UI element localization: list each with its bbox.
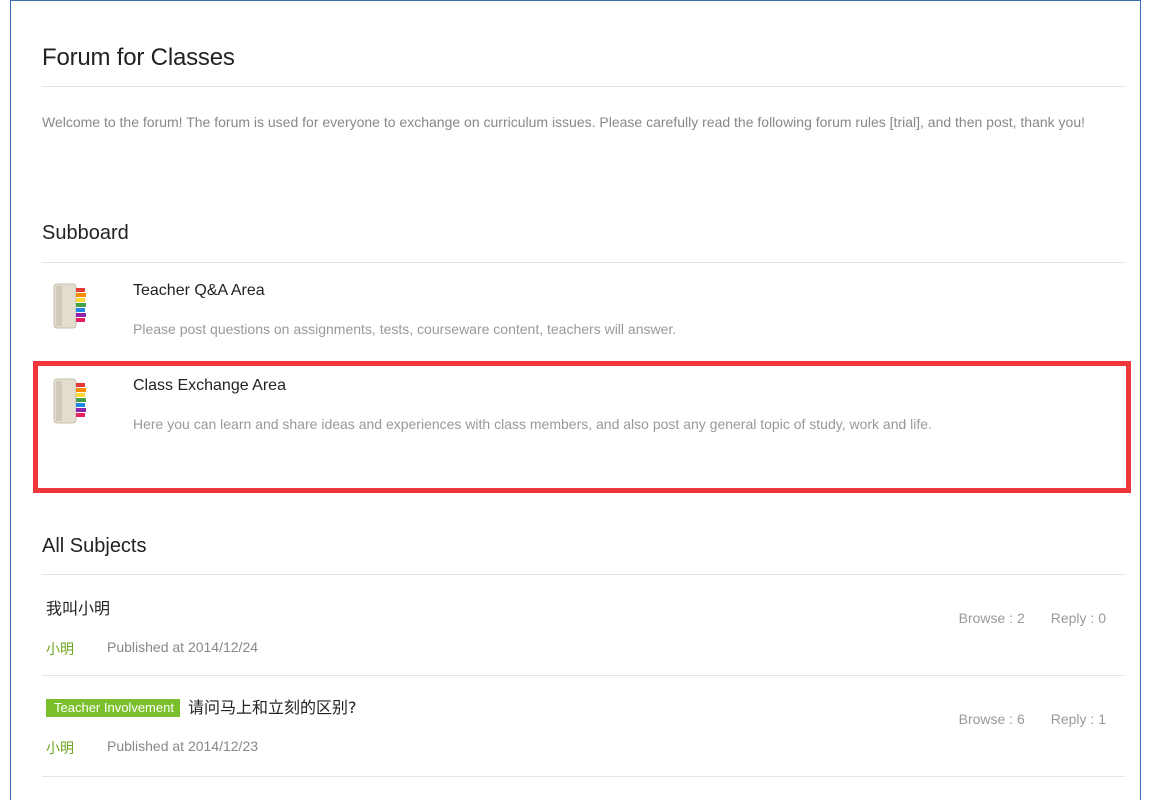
subboard-heading: Subboard (42, 222, 129, 244)
topic-browse-count: Browse : 2 (958, 610, 1025, 626)
topic-row[interactable]: Teacher Involvement 请问马上和立刻的区别? 小明 Publis… (42, 676, 1125, 776)
topic-published-date: Published at 2014/12/23 (107, 738, 259, 754)
highlight-box (33, 361, 1131, 493)
topic-stats: Browse : 6 Reply : 1 (959, 711, 1106, 727)
page-title: Forum for Classes (42, 44, 235, 71)
topic-author[interactable]: 小明 (46, 738, 74, 758)
subboard-divider (42, 262, 1125, 263)
topic-browse-count: Browse : 6 (958, 711, 1025, 727)
topic-divider (42, 776, 1125, 777)
forum-intro: Welcome to the forum! The forum is used … (42, 114, 1086, 130)
topic-title-line[interactable]: Teacher Involvement 请问马上和立刻的区别? (46, 694, 356, 718)
topic-title[interactable]: 我叫小明 (46, 595, 110, 619)
book-stack-icon (53, 283, 86, 329)
topic-stats: Browse : 2 Reply : 0 (959, 610, 1106, 626)
teacher-involvement-badge: Teacher Involvement (46, 699, 180, 717)
topic-title[interactable]: 请问马上和立刻的区别? (188, 698, 357, 717)
subboard-description: Please post questions on assignments, te… (133, 321, 677, 337)
topic-reply-count: Reply : 1 (1050, 711, 1106, 727)
topic-row[interactable]: 我叫小明 小明 Published at 2014/12/24 Browse :… (42, 575, 1125, 675)
topic-reply-count: Reply : 0 (1050, 610, 1106, 626)
subboard-name[interactable]: Teacher Q&A Area (133, 282, 265, 300)
topic-author[interactable]: 小明 (46, 639, 74, 659)
title-divider (42, 86, 1125, 87)
all-subjects-heading: All Subjects (42, 535, 147, 557)
topic-published-date: Published at 2014/12/24 (107, 639, 259, 655)
